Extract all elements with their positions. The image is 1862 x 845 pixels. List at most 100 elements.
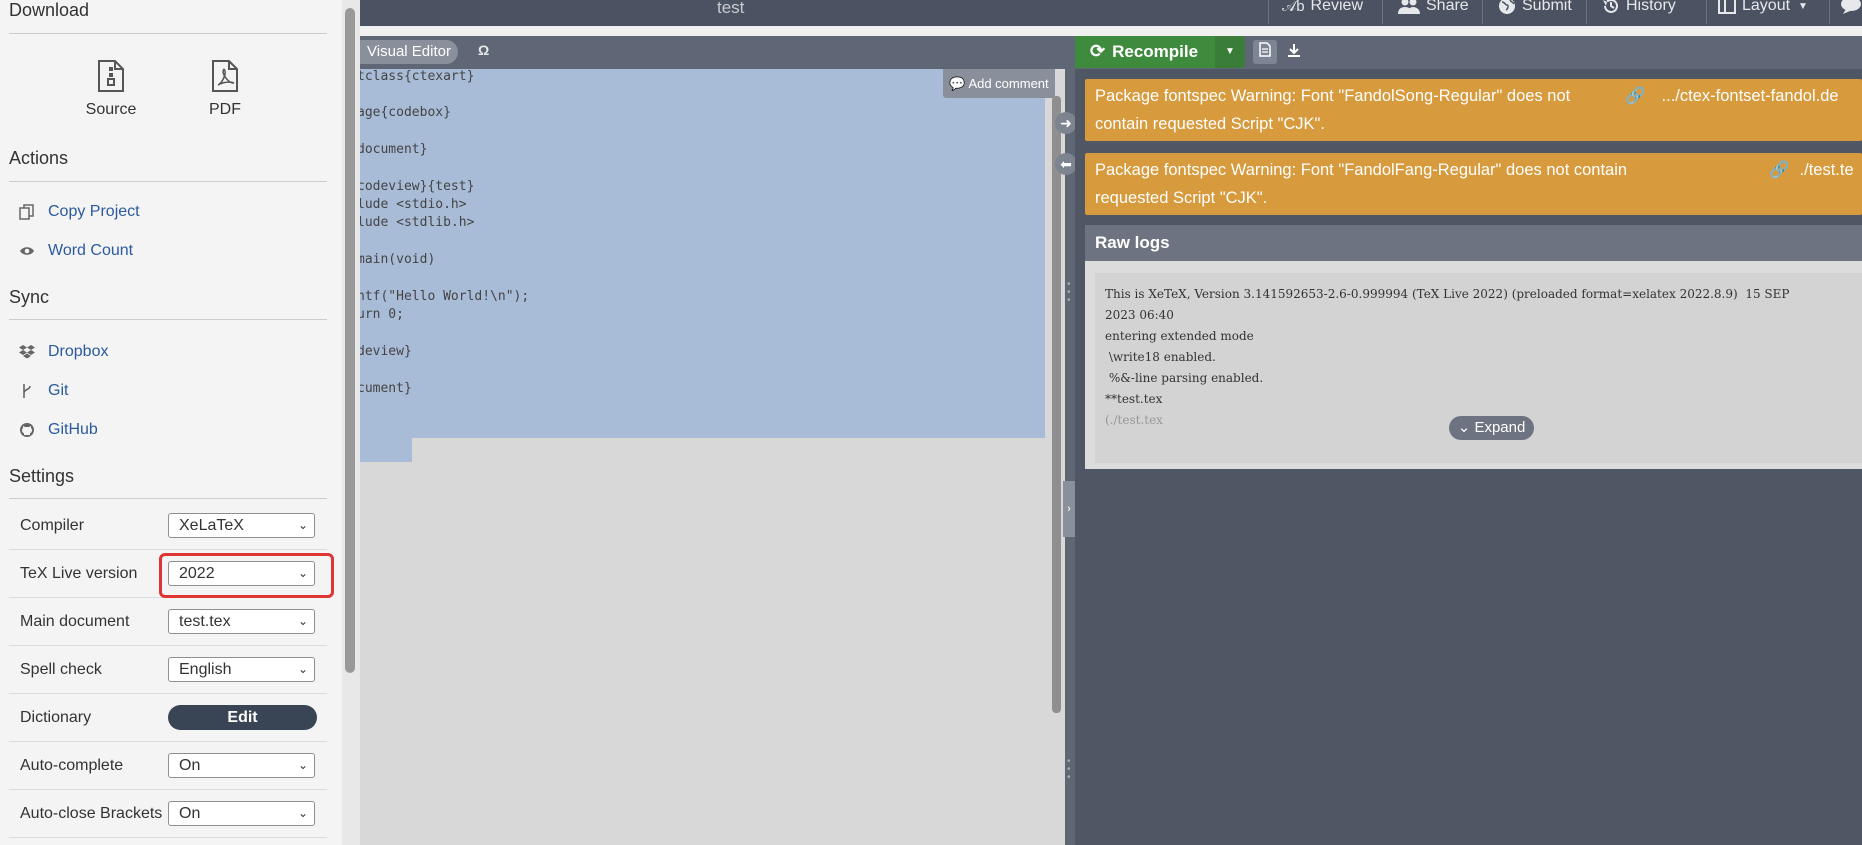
recompile-label: Recompile: [1112, 41, 1199, 61]
chevron-down-icon: ⌄: [297, 758, 308, 772]
review-button[interactable]: 𝒜b Review: [1282, 0, 1363, 15]
log-line: entering extended mode: [1105, 329, 1254, 343]
texlive-highlight-box: [159, 553, 334, 598]
code-line: codeview}{test}: [360, 179, 475, 194]
layout-button[interactable]: Layout ▼: [1718, 0, 1808, 15]
log-line: 2023 06:40: [1105, 308, 1174, 322]
pdf-file-icon: [212, 60, 238, 92]
dictionary-setting: Dictionary Edit: [9, 694, 327, 742]
editor-scrollbar[interactable]: [1052, 96, 1061, 713]
chevron-down-icon: ⌄: [1457, 419, 1471, 436]
share-button[interactable]: Share: [1398, 0, 1469, 15]
dropbox-icon: [18, 343, 36, 361]
download-pdf-button[interactable]: PDF: [185, 59, 265, 119]
compiler-setting: Compiler XeLaTeX ⌄: [9, 502, 327, 550]
log-line: %&-line parsing enabled.: [1105, 371, 1264, 385]
autocomplete-select[interactable]: On ⌄: [168, 753, 315, 778]
dropbox-link[interactable]: Dropbox: [18, 343, 108, 361]
arrow-left-icon[interactable]: ⬅: [1055, 153, 1077, 175]
compiler-label: Compiler: [20, 516, 85, 534]
word-count-link[interactable]: Word Count: [18, 242, 133, 260]
layout-icon: [1718, 0, 1736, 14]
share-label: Share: [1426, 0, 1469, 14]
chevron-down-icon: ⌄: [297, 614, 308, 628]
log-warning-entry[interactable]: Package fontspec Warning: Font "FandolSo…: [1085, 79, 1862, 141]
warning-file-link[interactable]: 🔗 ./test.te: [1769, 156, 1854, 184]
sync-section-title: Sync: [9, 287, 50, 307]
chevron-right-icon[interactable]: ›: [1063, 481, 1075, 537]
github-link[interactable]: GitHub: [18, 421, 98, 439]
divider: [1706, 0, 1707, 24]
spell-check-value: English: [179, 661, 232, 678]
dropbox-label: Dropbox: [48, 343, 109, 360]
main-document-select[interactable]: test.tex ⌄: [168, 609, 315, 634]
compiler-select[interactable]: XeLaTeX ⌄: [168, 513, 315, 538]
caret-down-icon[interactable]: ▼: [1215, 36, 1245, 68]
divider: [9, 181, 327, 182]
symbol-palette-button[interactable]: Ω: [478, 42, 489, 58]
project-title[interactable]: test: [717, 0, 744, 18]
link-icon: 🔗: [1625, 87, 1646, 105]
dictionary-edit-button[interactable]: Edit: [168, 705, 317, 730]
warning-message: Package fontspec Warning: Font "FandolSo…: [1095, 87, 1571, 133]
code-line: urn 0;: [360, 307, 404, 322]
divider: [1829, 0, 1830, 24]
actions-section-title: Actions: [9, 148, 69, 168]
log-line: This is XeTeX, Version 3.141592653-2.6-0…: [1105, 287, 1790, 301]
logs-pane: Package fontspec Warning: Font "FandolSo…: [1075, 69, 1862, 845]
download-source-button[interactable]: Source: [71, 59, 151, 119]
review-label: Review: [1310, 0, 1364, 14]
pdf-label: PDF: [209, 101, 241, 118]
visual-editor-toggle[interactable]: Visual Editor: [360, 40, 458, 64]
top-toolbar: test 𝒜b Review Share Submit History Layo…: [360, 0, 1862, 26]
autoclose-select[interactable]: On ⌄: [168, 801, 315, 826]
globe-icon: [1499, 0, 1515, 14]
github-label: GitHub: [48, 421, 98, 438]
code-line: main(void): [360, 252, 436, 267]
chevron-down-icon: ⌄: [297, 518, 308, 532]
copy-icon: [18, 203, 36, 221]
log-line: (./test.tex: [1105, 413, 1163, 427]
log-warning-entry[interactable]: Package fontspec Warning: Font "FandolFa…: [1085, 153, 1862, 215]
divider: [9, 319, 327, 320]
add-comment-button[interactable]: 💬 Add comment: [943, 69, 1055, 98]
source-label: Source: [85, 101, 137, 118]
submit-button[interactable]: Submit: [1498, 0, 1572, 15]
sidebar-scrollbar[interactable]: [345, 8, 355, 673]
logs-toggle-icon[interactable]: [1253, 40, 1277, 64]
chevron-down-icon: ⌄: [297, 662, 308, 676]
pdf-toolbar: ⟳ Recompile ▼: [1075, 36, 1862, 69]
divider: [1482, 0, 1483, 24]
text-selection: [360, 69, 1045, 438]
expand-label: Expand: [1474, 419, 1526, 436]
git-link[interactable]: Git: [18, 382, 68, 400]
code-line: lude <stdio.h>: [360, 197, 467, 212]
history-button[interactable]: History: [1602, 0, 1676, 15]
expand-logs-button[interactable]: ⌄ Expand: [1449, 416, 1534, 440]
copy-project-link[interactable]: Copy Project: [18, 203, 140, 221]
code-line: ntf("Hello World!\n");: [360, 289, 530, 304]
code-line: lude <stdlib.h>: [360, 215, 475, 230]
arrow-right-icon[interactable]: ➜: [1055, 112, 1077, 134]
divider: [9, 33, 327, 34]
word-count-label: Word Count: [48, 242, 134, 259]
dictionary-label: Dictionary: [20, 708, 92, 726]
code-editor[interactable]: tclass{ctexart} age{codebox} document} c…: [360, 69, 1065, 845]
resize-handle[interactable]: • • •: [1067, 757, 1073, 784]
editor-toolbar: Visual Editor Ω: [360, 36, 1065, 69]
github-icon: [18, 421, 36, 439]
code-line: age{codebox}: [360, 105, 451, 120]
git-branch-icon: [18, 382, 36, 400]
download-icon[interactable]: [1282, 40, 1306, 64]
recompile-button[interactable]: ⟳ Recompile ▼: [1075, 36, 1245, 68]
main-document-label: Main document: [20, 612, 130, 630]
warning-file-link[interactable]: 🔗 .../ctex-fontset-fandol.de: [1625, 82, 1839, 110]
resize-handle[interactable]: • • •: [1067, 280, 1073, 307]
chat-button[interactable]: [1840, 0, 1862, 15]
warning-message: Package fontspec Warning: Font "FandolFa…: [1095, 161, 1628, 207]
download-section-title: Download: [9, 0, 90, 20]
spell-check-select[interactable]: English ⌄: [168, 657, 315, 682]
raw-logs-title[interactable]: Raw logs: [1085, 225, 1862, 261]
autoclose-setting: Auto-close Brackets On ⌄: [9, 790, 327, 838]
warning-file-label: .../ctex-fontset-fandol.de: [1661, 87, 1839, 105]
